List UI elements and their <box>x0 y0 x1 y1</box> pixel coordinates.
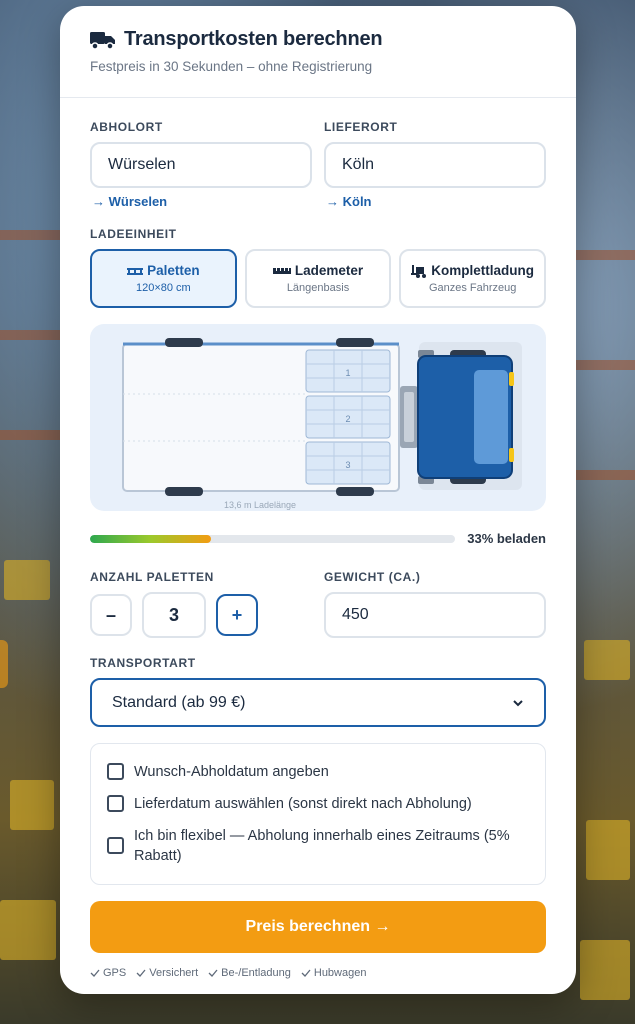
unit-sub: Ganzes Fahrzeug <box>428 282 517 294</box>
calculator-card: Transportkosten berechnen Festpreis in 3… <box>60 6 576 994</box>
unit-title: Komplettladung <box>431 263 535 278</box>
transport-type-label: TRANSPORTART <box>90 656 196 670</box>
pickup-suggestion[interactable]: → Würselen <box>90 194 312 209</box>
check-icon <box>208 969 218 977</box>
pallet-number: 1 <box>345 368 350 378</box>
trust-item: Hubwagen <box>301 967 367 979</box>
trust-item: GPS <box>90 967 126 979</box>
chevron-down-icon <box>513 699 523 706</box>
page-title: Transportkosten berechnen <box>124 28 383 50</box>
pickup-input[interactable]: Würselen <box>90 142 312 188</box>
pallet-number: 2 <box>345 414 350 424</box>
delivery-suggestion[interactable]: → Köln <box>324 194 546 209</box>
truck-visualization: 1 2 3 13,6 m Ladelänge <box>90 324 546 511</box>
delivery-label: LIEFERORT <box>324 120 398 134</box>
pickup-date-checkbox[interactable] <box>107 763 124 780</box>
check-icon <box>90 969 100 977</box>
delivery-input[interactable]: Köln <box>324 142 546 188</box>
trust-label: Hubwagen <box>313 967 367 979</box>
weight-label: GEWICHT (CA.) <box>324 570 421 584</box>
quantity-label: ANZAHL PALETTEN <box>90 570 214 584</box>
unit-sub: Längenbasis <box>286 282 350 294</box>
option-flexible[interactable]: Ich bin flexibel — Abholung innerhalb ei… <box>107 820 529 872</box>
quantity-value[interactable]: 3 <box>142 592 206 638</box>
flexible-checkbox[interactable] <box>107 837 124 854</box>
transport-type-value: Standard (ab 99 €) <box>112 693 246 711</box>
load-unit-label: LADEEINHEIT <box>90 227 177 241</box>
trust-label: GPS <box>103 967 127 979</box>
pallet-icon <box>127 267 144 275</box>
delivery-date-checkbox[interactable] <box>107 795 124 812</box>
card-header: Transportkosten berechnen Festpreis in 3… <box>60 6 576 98</box>
page-subtitle: Festpreis in 30 Sekunden – ohne Registri… <box>90 59 373 74</box>
option-pickup-date[interactable]: Wunsch-Abholdatum angeben <box>107 756 529 788</box>
load-progress-bar <box>90 534 456 543</box>
unit-title: Paletten <box>147 263 200 278</box>
pallet-number: 3 <box>345 460 350 470</box>
truck-diagram: 1 2 3 13,6 m Ladelänge <box>122 338 522 510</box>
load-length-caption: 13,6 m Ladelänge <box>224 500 296 510</box>
load-progress-fill <box>90 534 211 543</box>
trust-label: Versichert <box>149 967 199 979</box>
trust-item: Versichert <box>136 967 198 979</box>
check-icon <box>136 969 146 977</box>
decrement-button[interactable]: – <box>90 594 132 636</box>
weight-input[interactable]: 450 <box>324 592 546 638</box>
load-progress-text: 33% beladen <box>467 531 546 546</box>
calculate-price-button[interactable]: Preis berechnen → <box>90 901 546 953</box>
pickup-label: ABHOLORT <box>90 120 163 134</box>
quantity-group: ANZAHL PALETTEN – 3 + <box>90 570 312 638</box>
date-options: Wunsch-Abholdatum angeben Lieferdatum au… <box>90 743 546 885</box>
check-icon <box>301 969 311 977</box>
option-label: Wunsch-Abholdatum angeben <box>134 764 329 780</box>
option-label: Ich bin flexibel — Abholung innerhalb ei… <box>134 828 510 864</box>
unit-option-lademeter[interactable]: Lademeter Längenbasis <box>244 249 392 308</box>
option-label: Lieferdatum auswählen (sonst direkt nach… <box>134 796 472 812</box>
unit-option-paletten[interactable]: Paletten 120×80 cm <box>90 249 237 308</box>
increment-button[interactable]: + <box>216 594 258 636</box>
truck-icon <box>90 31 115 50</box>
ruler-icon <box>272 267 291 274</box>
trust-label: Be-/Entladung <box>221 967 291 979</box>
option-delivery-date[interactable]: Lieferdatum auswählen (sonst direkt nach… <box>107 788 529 820</box>
weight-group: GEWICHT (CA.) 450 <box>324 570 546 638</box>
unit-title: Lademeter <box>294 263 364 278</box>
trust-item: Be-/Entladung <box>208 967 291 979</box>
trust-badges: GPS Versichert Be-/Entladung Hubwagen <box>90 967 546 979</box>
unit-sub: 120×80 cm <box>135 282 191 294</box>
pickup-group: ABHOLORT Würselen → Würselen <box>90 120 312 209</box>
transport-type-select[interactable]: Standard (ab 99 €) <box>90 678 546 727</box>
quantity-stepper: – 3 + <box>90 592 312 638</box>
side-tab <box>0 640 8 688</box>
unit-option-komplettladung[interactable]: Komplettladung Ganzes Fahrzeug <box>399 249 547 308</box>
forklift-icon <box>411 264 427 278</box>
delivery-group: LIEFERORT Köln → Köln <box>324 120 546 209</box>
